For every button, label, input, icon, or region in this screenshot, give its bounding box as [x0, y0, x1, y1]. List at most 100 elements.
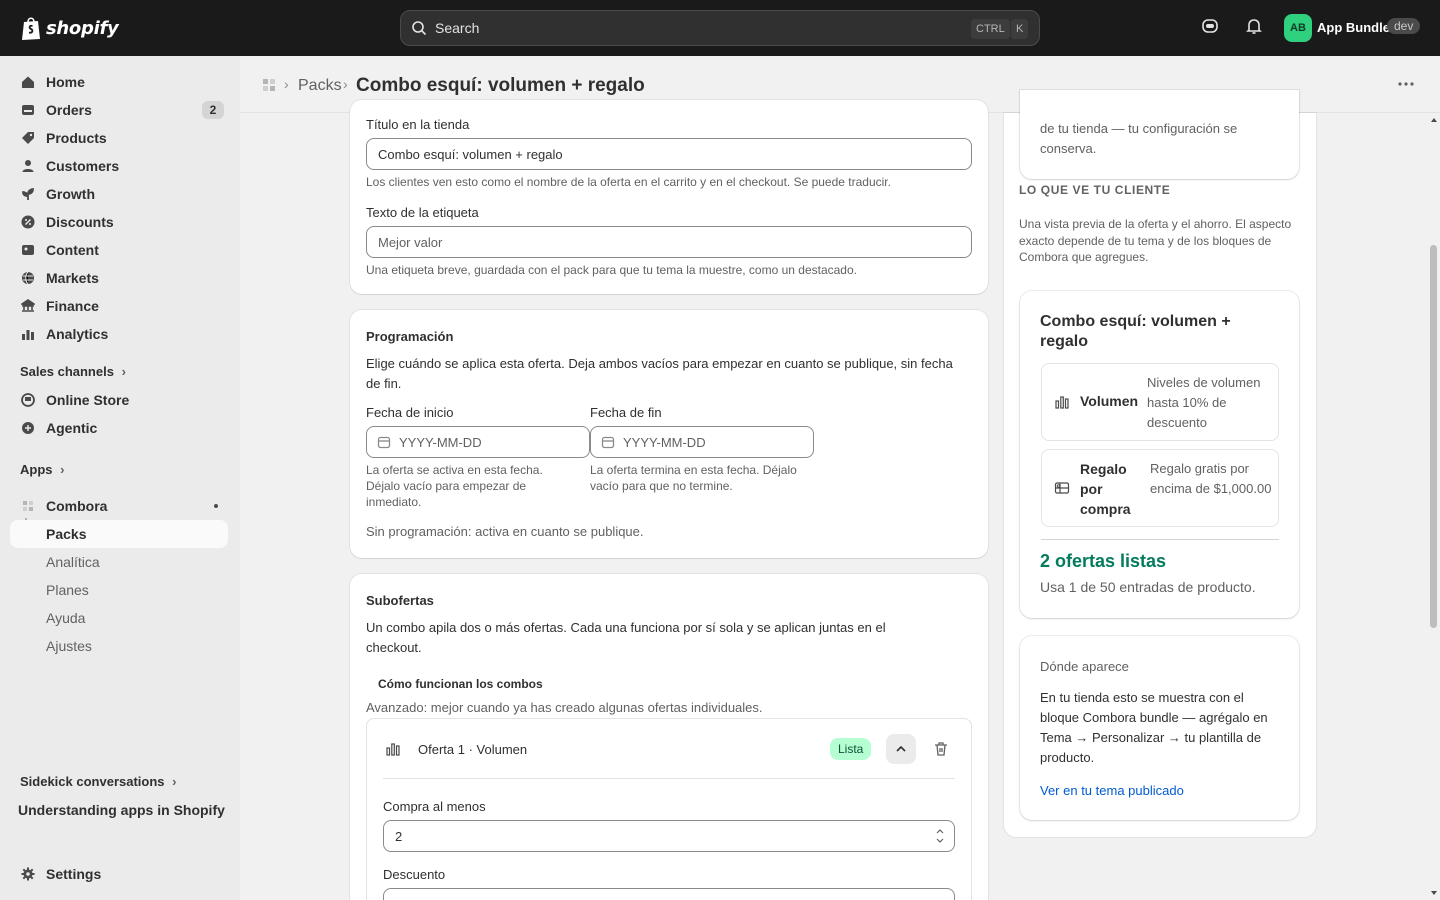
person-icon	[20, 158, 36, 174]
gear-icon	[20, 866, 36, 882]
sidebar-item-discounts[interactable]: Discounts	[10, 208, 228, 236]
search-bar[interactable]: Search CTRL K	[400, 10, 1040, 46]
schedule-description: Elige cuándo se aplica esta oferta. Deja…	[366, 356, 953, 391]
combora-app-icon	[20, 498, 36, 514]
sidebar-item-agentic[interactable]: Agentic	[10, 414, 228, 442]
sidebar-item-home[interactable]: Home	[10, 68, 228, 96]
delete-offer-button[interactable]	[930, 738, 952, 760]
sidebar-item-label: Markets	[46, 270, 99, 286]
how-combos-work-toggle[interactable]: Cómo funcionan los combos	[378, 677, 543, 691]
apps-heading[interactable]: Apps ›	[20, 462, 64, 477]
start-date-input[interactable]: YYYY-MM-DD	[366, 426, 590, 458]
product-entries-usage: Usa 1 de 50 entradas de producto.	[1040, 579, 1256, 595]
breadcrumb-separator: ›	[284, 76, 289, 92]
scroll-up-arrow-icon[interactable]	[1430, 116, 1438, 124]
tag-icon	[20, 130, 36, 146]
store-name[interactable]: App Bundle	[1317, 20, 1390, 35]
sidebar-item-label: Discounts	[46, 214, 114, 230]
globe-icon	[20, 270, 36, 286]
app-breadcrumb-icon[interactable]	[262, 78, 276, 92]
divider	[1041, 539, 1279, 540]
sidebar-item-online-store[interactable]: Online Store	[10, 386, 228, 414]
preview-offer-name: Regalo por compra	[1080, 461, 1131, 517]
offer-1-title[interactable]: Oferta 1 · Volumen	[418, 742, 527, 757]
shortcut-ctrl-key: CTRL	[971, 19, 1010, 39]
sidebar-item-growth[interactable]: Growth	[10, 180, 228, 208]
sales-channels-label: Sales channels	[20, 364, 114, 379]
divider	[383, 778, 955, 779]
sidebar-item-ayuda[interactable]: Ayuda	[46, 610, 85, 626]
avatar[interactable]: AB	[1284, 14, 1312, 42]
preview-section-description: Una vista previa de la oferta y el ahorr…	[1019, 217, 1292, 264]
sidebar-item-customers[interactable]: Customers	[10, 152, 228, 180]
sidebar-item-orders[interactable]: Orders 2	[10, 96, 228, 124]
suboffers-title: Subofertas	[366, 593, 434, 608]
growth-icon	[20, 186, 36, 202]
sidebar-item-label: Settings	[46, 866, 102, 882]
sidekick-label: Sidekick conversations	[20, 774, 165, 789]
breadcrumb-separator: ›	[343, 76, 348, 92]
sidebar-item-finance[interactable]: Finance	[10, 292, 228, 320]
sidebar-item-combora[interactable]: Combora	[10, 492, 228, 520]
offers-ready-count: 2 ofertas listas	[1040, 551, 1167, 571]
shopify-logo[interactable]: shopify	[20, 15, 119, 41]
sidebar-item-ajustes[interactable]: Ajustes	[46, 638, 92, 654]
agentic-icon	[20, 420, 36, 436]
more-actions-icon[interactable]	[1396, 74, 1416, 94]
sidekick-heading[interactable]: Sidekick conversations ›	[20, 774, 176, 789]
bank-icon	[20, 298, 36, 314]
sidebar-item-label: Agentic	[46, 420, 98, 436]
main-scrollbar-thumb[interactable]	[1430, 245, 1437, 628]
min-buy-input[interactable]: 2	[383, 820, 955, 852]
bar-chart-icon	[1055, 396, 1069, 409]
pin-dot-icon[interactable]	[214, 504, 218, 508]
sidebar-item-analytics[interactable]: Analytics	[10, 320, 228, 348]
sidebar-item-label: Analytics	[46, 326, 109, 342]
advanced-note: Avanzado: mejor cuando ya has creado alg…	[366, 700, 763, 715]
suboffers-description: Un combo apila dos o más ofertas. Cada u…	[366, 620, 886, 655]
content-icon	[20, 242, 36, 258]
min-buy-label: Compra al menos	[383, 799, 486, 814]
sidebar-item-products[interactable]: Products	[10, 124, 228, 152]
sidebar-item-settings[interactable]: Settings	[10, 860, 228, 888]
sidebar-item-label: Content	[46, 242, 99, 258]
status-info-text: de tu tienda — tu configuración se conse…	[1040, 121, 1238, 156]
bell-icon[interactable]	[1244, 16, 1264, 36]
sidebar-item-content[interactable]: Content	[10, 236, 228, 264]
store-title-input[interactable]: Combo esquí: volumen + regalo	[366, 138, 972, 170]
chevron-right-icon: ›	[121, 364, 126, 379]
apps-label: Apps	[20, 462, 53, 477]
shopify-bag-icon	[22, 17, 40, 40]
sidebar-item-analitica[interactable]: Analítica	[46, 554, 100, 570]
discount-select[interactable]	[383, 888, 955, 900]
chevron-right-icon: ›	[60, 462, 65, 477]
tag-text-input[interactable]: Mejor valor	[366, 226, 972, 258]
end-date-input[interactable]: YYYY-MM-DD	[590, 426, 814, 458]
sidebar-item-markets[interactable]: Markets	[10, 264, 228, 292]
view-published-theme-link[interactable]: Ver en tu tema publicado	[1040, 783, 1184, 798]
collapse-offer-button[interactable]	[886, 734, 916, 764]
stepper-icon[interactable]	[934, 826, 946, 846]
sidebar-item-label: Products	[46, 130, 107, 146]
shortcut-k-key: K	[1011, 19, 1029, 39]
start-date-placeholder: YYYY-MM-DD	[399, 434, 482, 450]
sales-channels-heading[interactable]: Sales channels ›	[20, 364, 126, 379]
preview-offer-detail: Niveles de volumen hasta 10% de descuent…	[1147, 375, 1261, 430]
search-placeholder: Search	[435, 20, 480, 36]
sidebar-item-planes[interactable]: Planes	[46, 582, 89, 598]
breadcrumb-packs[interactable]: Packs	[298, 77, 342, 95]
preview-offer-name: Volumen	[1080, 393, 1139, 409]
bar-chart-icon	[386, 743, 400, 756]
sidebar-item-label: Orders	[46, 102, 92, 118]
sidebar-item-packs[interactable]: Packs	[10, 520, 228, 548]
scroll-down-arrow-icon[interactable]	[1430, 889, 1438, 897]
sidebar-item-label: Packs	[46, 526, 87, 542]
sidekick-icon[interactable]	[1200, 16, 1220, 36]
end-date-placeholder: YYYY-MM-DD	[623, 434, 706, 450]
sidebar-item-label: Home	[46, 74, 85, 90]
orders-icon	[20, 102, 36, 118]
orders-count-badge: 2	[202, 101, 224, 119]
sidebar-item-label: Finance	[46, 298, 99, 314]
logo-text: shopify	[46, 17, 119, 39]
sidekick-conversation-item[interactable]: Understanding apps in Shopify	[18, 802, 225, 818]
